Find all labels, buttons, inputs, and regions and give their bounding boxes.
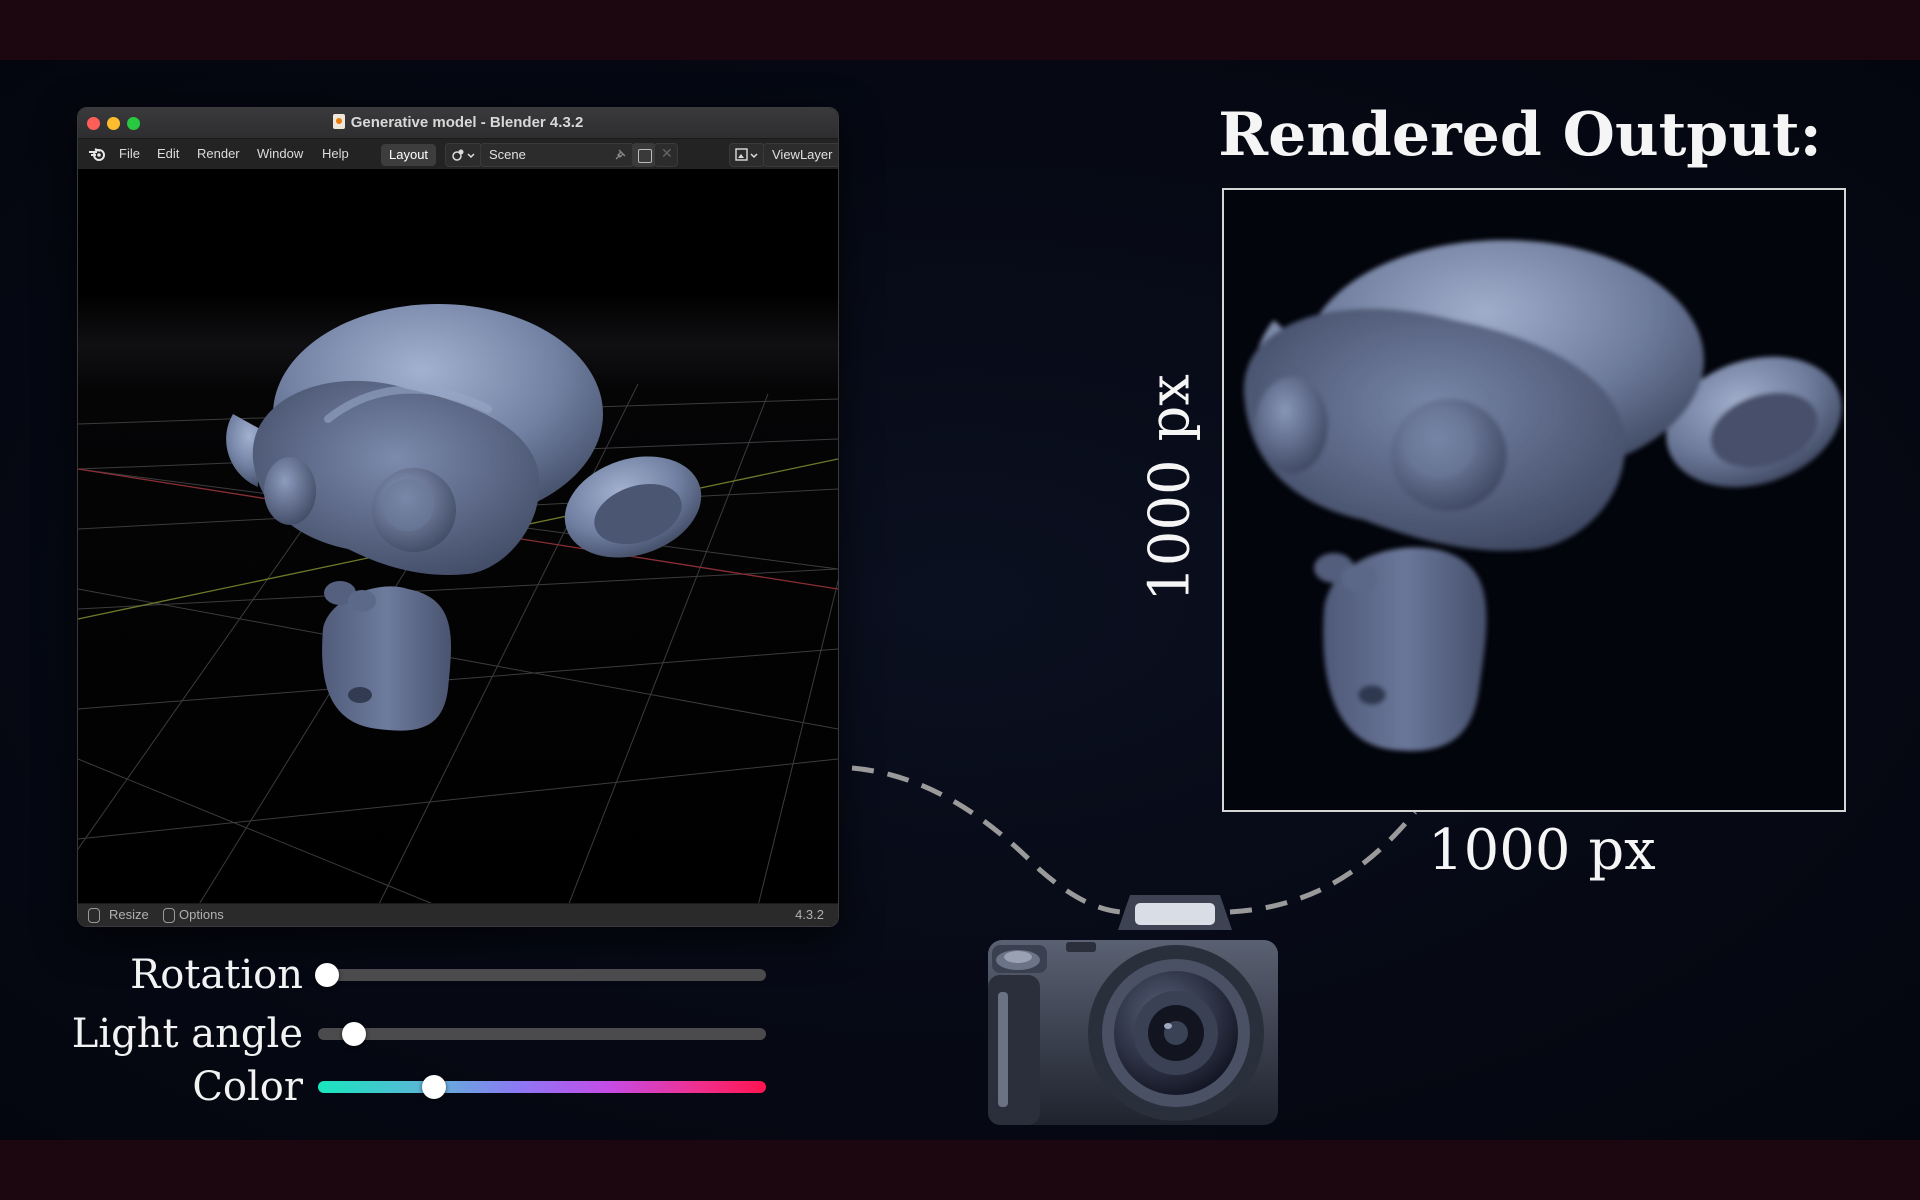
tab-layout[interactable]: Layout bbox=[381, 144, 437, 166]
menu-render[interactable]: Render bbox=[197, 139, 240, 169]
menu-help[interactable]: Help bbox=[322, 139, 349, 169]
output-width-label: 1000 px bbox=[1428, 818, 1656, 883]
menu-file[interactable]: File bbox=[119, 139, 140, 169]
rendered-output-title: Rendered Output: bbox=[1218, 100, 1822, 170]
3d-viewport[interactable] bbox=[78, 169, 838, 906]
camera-icon bbox=[988, 895, 1278, 1125]
color-label: Color bbox=[192, 1064, 303, 1110]
viewlayer-selector-button[interactable] bbox=[729, 143, 765, 167]
top-letterbox-band bbox=[0, 0, 1920, 60]
status-options: Options bbox=[179, 907, 224, 922]
blender-logo-icon[interactable] bbox=[88, 146, 106, 162]
rotation-slider-track[interactable] bbox=[318, 969, 766, 981]
rendered-image bbox=[1224, 190, 1844, 810]
status-bar: Resize Options 4.3.2 bbox=[78, 903, 838, 926]
light-angle-slider-track[interactable] bbox=[318, 1028, 766, 1040]
window-title-wrap: Generative model - Blender 4.3.2 bbox=[78, 108, 838, 138]
status-version: 4.3.2 bbox=[795, 907, 824, 922]
document-icon bbox=[332, 114, 345, 129]
light-angle-slider-thumb[interactable] bbox=[341, 1022, 366, 1046]
delete-scene-button[interactable]: ✕ bbox=[654, 143, 678, 167]
rotation-slider-thumb[interactable] bbox=[314, 963, 339, 987]
close-icon: ✕ bbox=[661, 145, 673, 161]
new-scene-button[interactable] bbox=[632, 143, 656, 167]
window-title: Generative model - Blender 4.3.2 bbox=[350, 114, 584, 131]
copy-icon bbox=[638, 149, 652, 163]
color-slider-row: Color bbox=[0, 1062, 800, 1112]
title-bar: Generative model - Blender 4.3.2 bbox=[78, 108, 838, 139]
menu-window[interactable]: Window bbox=[257, 139, 303, 169]
light-angle-slider-row: Light angle bbox=[0, 1009, 800, 1059]
blender-window: Generative model - Blender 4.3.2 File Ed… bbox=[77, 107, 839, 927]
viewlayer-name-field[interactable]: ViewLayer bbox=[763, 143, 838, 167]
viewlayer-name: ViewLayer bbox=[772, 147, 833, 162]
color-slider-track[interactable] bbox=[318, 1081, 766, 1093]
viewport-canvas[interactable] bbox=[78, 169, 838, 906]
scene-name: Scene bbox=[489, 147, 526, 162]
rotation-label: Rotation bbox=[130, 952, 303, 998]
pin-icon[interactable] bbox=[613, 148, 627, 162]
scene-name-field[interactable]: Scene bbox=[480, 143, 634, 167]
scene-icon bbox=[452, 149, 475, 161]
light-angle-label: Light angle bbox=[71, 1011, 303, 1057]
output-height-label: 1000 px bbox=[1137, 374, 1203, 602]
menu-edit[interactable]: Edit bbox=[157, 139, 179, 169]
mouse-icon bbox=[163, 908, 175, 923]
status-resize: Resize bbox=[109, 907, 149, 922]
menu-bar: File Edit Render Window Help Layout Scen… bbox=[78, 139, 838, 170]
rotation-slider-row: Rotation bbox=[0, 950, 800, 1000]
viewlayer-icon bbox=[735, 148, 758, 161]
mouse-icon bbox=[88, 908, 100, 923]
rendered-output-frame bbox=[1222, 188, 1846, 812]
color-slider-thumb[interactable] bbox=[422, 1075, 447, 1099]
bottom-letterbox-band bbox=[0, 1140, 1920, 1200]
scene-selector-button[interactable] bbox=[445, 143, 482, 167]
